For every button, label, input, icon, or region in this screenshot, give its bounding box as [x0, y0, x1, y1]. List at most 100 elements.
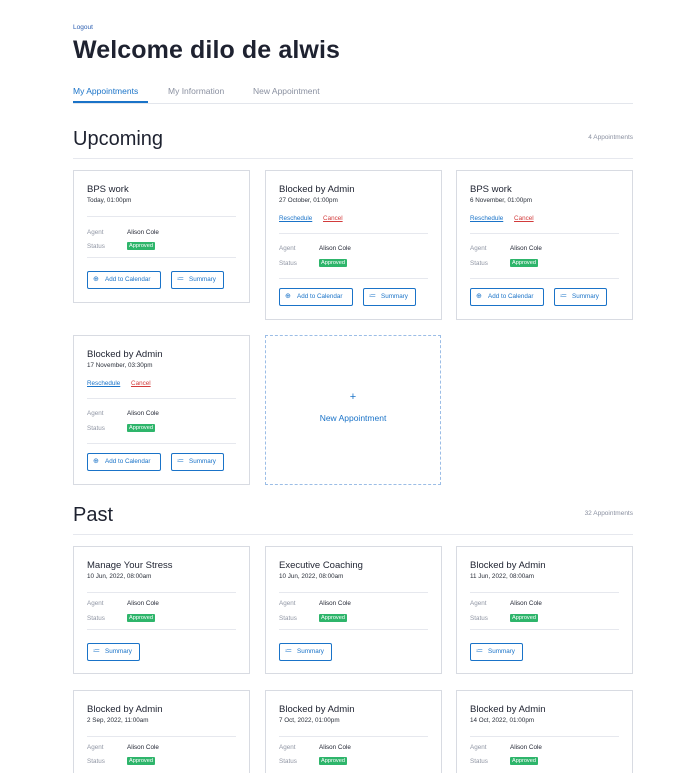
- status-label: Status: [279, 758, 297, 765]
- divider: [87, 216, 236, 217]
- appointment-title: Blocked by Admin: [87, 349, 163, 360]
- list-icon: ≔: [177, 458, 184, 465]
- appointment-card: Manage Your Stress 10 Jun, 2022, 08:00am…: [73, 546, 250, 674]
- tab-bar: My Appointments My Information New Appoi…: [73, 84, 633, 104]
- upcoming-heading: Upcoming: [73, 128, 164, 150]
- divider: [470, 278, 619, 279]
- list-icon: ≔: [177, 276, 184, 283]
- list-icon: ≔: [285, 648, 292, 655]
- divider: [279, 736, 428, 737]
- agent-value: Alison Cole: [510, 744, 542, 751]
- calendar-plus-icon: ⊕: [285, 293, 291, 300]
- agent-label: Agent: [279, 245, 296, 252]
- appointment-datetime: 10 Jun, 2022, 08:00am: [279, 573, 344, 580]
- appointment-title: Blocked by Admin: [279, 704, 355, 715]
- summary-label: Summary: [105, 648, 132, 655]
- divider: [279, 629, 428, 630]
- list-icon: ≔: [476, 648, 483, 655]
- tab-my-information[interactable]: My Information: [168, 86, 224, 96]
- summary-label: Summary: [189, 276, 216, 283]
- summary-label: Summary: [488, 648, 515, 655]
- status-label: Status: [470, 615, 488, 622]
- cancel-link[interactable]: Cancel: [323, 215, 343, 222]
- divider: [470, 233, 619, 234]
- calendar-plus-icon: ⊕: [476, 293, 482, 300]
- agent-value: Alison Cole: [510, 245, 542, 252]
- reschedule-link[interactable]: Reschedule: [470, 215, 503, 222]
- summary-button[interactable]: ≔ Summary: [554, 288, 607, 306]
- past-divider: [73, 534, 633, 535]
- summary-button[interactable]: ≔ Summary: [171, 453, 224, 471]
- add-to-calendar-button[interactable]: ⊕ Add to Calendar: [279, 288, 353, 306]
- divider: [87, 443, 236, 444]
- agent-label: Agent: [470, 600, 487, 607]
- status-badge: Approved: [127, 757, 155, 765]
- page-title: Welcome dilo de alwis: [73, 36, 340, 64]
- appointment-datetime: Today, 01:00pm: [87, 197, 132, 204]
- add-to-calendar-label: Add to Calendar: [297, 293, 343, 300]
- past-heading: Past: [73, 504, 114, 526]
- agent-value: Alison Cole: [127, 744, 159, 751]
- status-label: Status: [279, 260, 297, 267]
- upcoming-count: 4 Appointments: [588, 134, 633, 141]
- appointment-card: BPS work Today, 01:00pm Agent Alison Col…: [73, 170, 250, 303]
- calendar-plus-icon: ⊕: [93, 458, 99, 465]
- appointment-card: Blocked by Admin 27 October, 01:00pm Res…: [265, 170, 442, 320]
- reschedule-link[interactable]: Reschedule: [87, 380, 120, 387]
- agent-label: Agent: [470, 245, 487, 252]
- appointment-title: Blocked by Admin: [470, 560, 546, 571]
- tab-my-appointments[interactable]: My Appointments: [73, 86, 138, 96]
- summary-label: Summary: [572, 293, 599, 300]
- agent-value: Alison Cole: [319, 600, 351, 607]
- add-to-calendar-label: Add to Calendar: [488, 293, 534, 300]
- status-badge: Approved: [127, 242, 155, 250]
- cancel-link[interactable]: Cancel: [514, 215, 534, 222]
- agent-label: Agent: [470, 744, 487, 751]
- agent-label: Agent: [87, 229, 104, 236]
- divider: [87, 736, 236, 737]
- list-icon: ≔: [560, 293, 567, 300]
- add-to-calendar-label: Add to Calendar: [105, 458, 151, 465]
- list-icon: ≔: [93, 648, 100, 655]
- cancel-link[interactable]: Cancel: [131, 380, 151, 387]
- appointment-title: Blocked by Admin: [470, 704, 546, 715]
- add-to-calendar-label: Add to Calendar: [105, 276, 151, 283]
- divider: [279, 278, 428, 279]
- appointment-card: Blocked by Admin 14 Oct, 2022, 01:00pm A…: [456, 690, 633, 773]
- reschedule-link[interactable]: Reschedule: [279, 215, 312, 222]
- past-count: 32 Appointments: [584, 510, 633, 517]
- add-to-calendar-button[interactable]: ⊕ Add to Calendar: [87, 453, 161, 471]
- agent-label: Agent: [87, 600, 104, 607]
- add-to-calendar-button[interactable]: ⊕ Add to Calendar: [87, 271, 161, 289]
- logout-link[interactable]: Logout: [73, 24, 93, 31]
- agent-value: Alison Cole: [319, 245, 351, 252]
- plus-icon: +: [349, 391, 357, 403]
- summary-label: Summary: [189, 458, 216, 465]
- agent-label: Agent: [279, 600, 296, 607]
- appointment-title: Blocked by Admin: [87, 704, 163, 715]
- agent-value: Alison Cole: [319, 744, 351, 751]
- divider: [279, 592, 428, 593]
- summary-button[interactable]: ≔ Summary: [279, 643, 332, 661]
- summary-button[interactable]: ≔ Summary: [363, 288, 416, 306]
- divider: [87, 398, 236, 399]
- appointment-actions: Reschedule Cancel: [87, 380, 160, 387]
- appointment-card: Blocked by Admin 11 Jun, 2022, 08:00am A…: [456, 546, 633, 674]
- summary-button[interactable]: ≔ Summary: [470, 643, 523, 661]
- list-icon: ≔: [369, 293, 376, 300]
- divider: [87, 592, 236, 593]
- add-to-calendar-button[interactable]: ⊕ Add to Calendar: [470, 288, 544, 306]
- appointment-card: BPS work 6 November, 01:00pm Reschedule …: [456, 170, 633, 320]
- appointment-title: Executive Coaching: [279, 560, 363, 571]
- status-badge: Approved: [319, 757, 347, 765]
- appointment-card: Blocked by Admin 2 Sep, 2022, 11:00am Ag…: [73, 690, 250, 773]
- appointment-title: BPS work: [87, 184, 129, 195]
- appointment-title: Manage Your Stress: [87, 560, 173, 571]
- new-appointment-card[interactable]: + New Appointment: [265, 335, 441, 485]
- tab-new-appointment[interactable]: New Appointment: [253, 86, 320, 96]
- appointment-datetime: 14 Oct, 2022, 01:00pm: [470, 717, 535, 724]
- divider: [87, 629, 236, 630]
- summary-button[interactable]: ≔ Summary: [171, 271, 224, 289]
- divider: [470, 592, 619, 593]
- summary-button[interactable]: ≔ Summary: [87, 643, 140, 661]
